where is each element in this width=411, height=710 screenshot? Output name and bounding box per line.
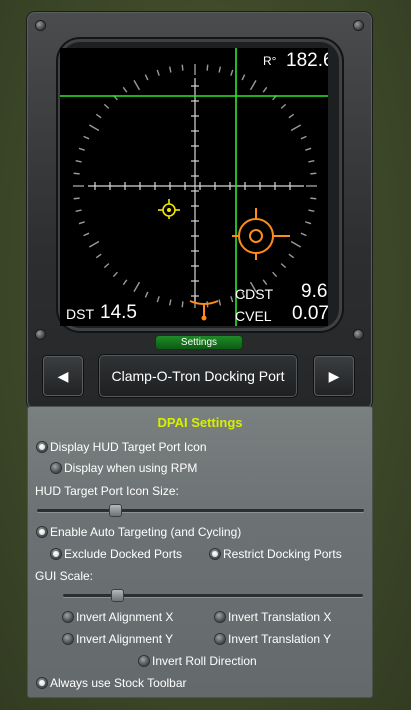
roll-indicator <box>189 300 219 321</box>
radio-off-icon <box>215 634 225 644</box>
option-label: Always use Stock Toolbar <box>50 676 187 690</box>
radio-off-icon <box>63 634 73 644</box>
gui-scale-slider-thumb[interactable] <box>112 590 123 601</box>
settings-button[interactable]: Settings <box>155 335 243 350</box>
option-label: Invert Translation X <box>228 610 332 624</box>
cvel-label: CVEL <box>235 308 272 324</box>
radio-on-icon <box>210 549 220 559</box>
radio-off-icon <box>215 612 225 622</box>
display-hud-icon-toggle[interactable]: Display HUD Target Port Icon <box>37 440 207 454</box>
cdst-label: CDST <box>235 286 274 302</box>
invert-alignment-x-toggle[interactable]: Invert Alignment X <box>63 610 173 624</box>
previous-target-button[interactable]: ◀ <box>43 356 83 396</box>
port-alignment-marker <box>232 208 290 260</box>
gui-scale-slider[interactable] <box>63 594 363 597</box>
dst-value: 14.5 <box>100 302 137 323</box>
hud-icon-size-label: HUD Target Port Icon Size: <box>35 484 179 498</box>
exclude-docked-ports-toggle[interactable]: Exclude Docked Ports <box>51 547 182 561</box>
radio-off-icon <box>51 463 61 473</box>
cvel-value: 0.07 <box>292 303 328 324</box>
option-label: Display HUD Target Port Icon <box>50 440 207 454</box>
radio-on-icon <box>37 678 47 688</box>
hud-screen: R° 182.6 DST 14.5 CDST 9.6 CVEL 0.07 <box>60 48 328 326</box>
option-label: Invert Translation Y <box>228 632 332 646</box>
screw-icon <box>36 21 45 30</box>
right-arrow-icon: ▶ <box>328 368 340 384</box>
option-label: Invert Alignment X <box>76 610 174 624</box>
enable-auto-targeting-toggle[interactable]: Enable Auto Targeting (and Cycling) <box>37 525 241 539</box>
option-label: Enable Auto Targeting (and Cycling) <box>50 525 242 539</box>
target-port-marker <box>158 199 180 219</box>
dpai-settings-panel: DPAI Settings Display HUD Target Port Ic… <box>27 406 373 698</box>
gui-scale-label: GUI Scale: <box>35 569 94 583</box>
screw-icon <box>354 21 363 30</box>
option-label: Display when using RPM <box>64 461 198 475</box>
invert-translation-y-toggle[interactable]: Invert Translation Y <box>215 632 331 646</box>
radio-off-icon <box>139 656 149 666</box>
cdst-value: 9.6 <box>301 281 328 302</box>
invert-roll-direction-toggle[interactable]: Invert Roll Direction <box>139 654 257 668</box>
option-label: Invert Roll Direction <box>152 654 257 668</box>
radio-on-icon <box>51 549 61 559</box>
screw-icon <box>354 330 363 339</box>
screw-icon <box>36 330 45 339</box>
hud-icon-size-slider-thumb[interactable] <box>110 505 122 516</box>
hud-icon-size-slider[interactable] <box>37 509 364 512</box>
option-label: Exclude Docked Ports <box>64 547 183 561</box>
invert-translation-x-toggle[interactable]: Invert Translation X <box>215 610 331 624</box>
radio-off-icon <box>63 612 73 622</box>
stock-toolbar-toggle[interactable]: Always use Stock Toolbar <box>37 676 187 690</box>
relative-angle-label: R° <box>263 54 277 68</box>
restrict-docking-ports-toggle[interactable]: Restrict Docking Ports <box>210 547 342 561</box>
panel-title: DPAI Settings <box>157 415 243 430</box>
target-name-display: Clamp-O-Tron Docking Port <box>99 355 297 397</box>
option-label: Invert Alignment Y <box>76 632 174 646</box>
display-when-rpm-toggle[interactable]: Display when using RPM <box>51 461 197 475</box>
left-arrow-icon: ◀ <box>57 368 69 384</box>
dst-label: DST <box>66 306 94 322</box>
radio-on-icon <box>37 442 47 452</box>
invert-alignment-y-toggle[interactable]: Invert Alignment Y <box>63 632 173 646</box>
center-crosshair <box>88 78 304 303</box>
radio-on-icon <box>37 527 47 537</box>
hud-graphics <box>60 48 328 326</box>
next-target-button[interactable]: ▶ <box>314 356 354 396</box>
relative-angle-value: 182.6 <box>286 50 328 71</box>
option-label: Restrict Docking Ports <box>223 547 342 561</box>
alignment-crosshair <box>60 48 328 326</box>
